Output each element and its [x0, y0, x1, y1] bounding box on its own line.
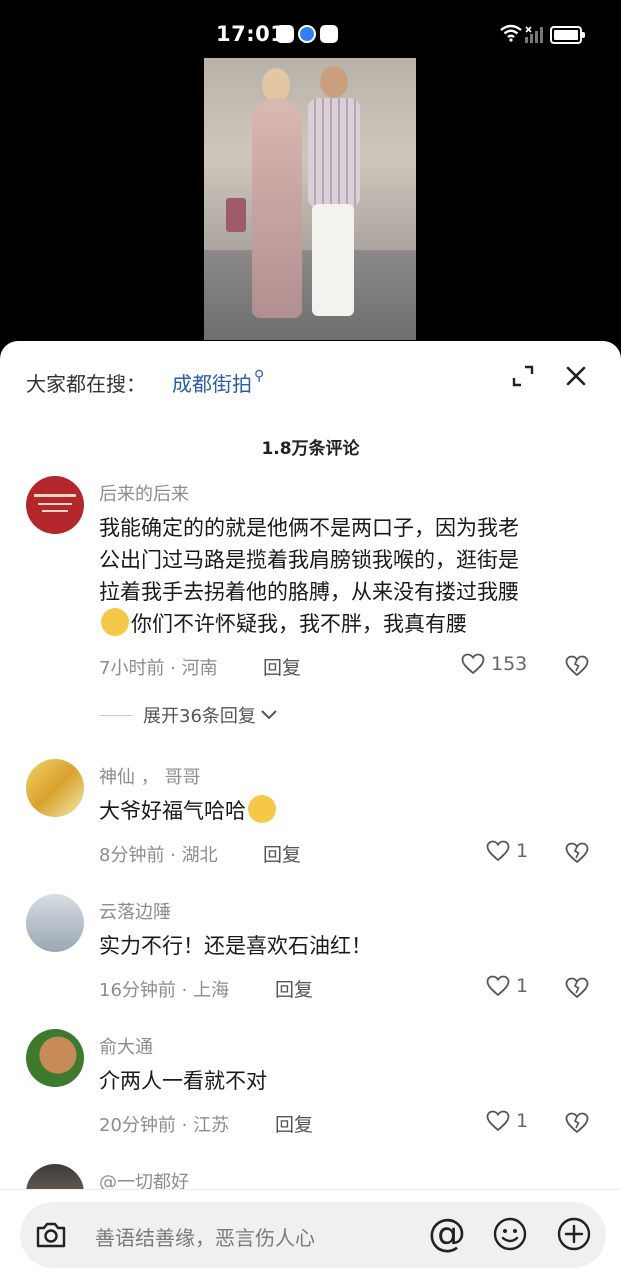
broken-heart-icon[interactable]: [565, 655, 589, 677]
comment-location: 河南: [181, 658, 218, 679]
avatar[interactable]: [26, 894, 84, 952]
like-button[interactable]: 1: [486, 840, 528, 862]
heart-icon: [486, 975, 510, 997]
comment-text-line: 大爷好福气哈哈: [99, 799, 246, 823]
comment-meta: 8分钟前 · 湖北: [99, 845, 218, 866]
comment-text-line: 公出门过马路是揽着我肩膀锁我喉的，逛街是: [99, 548, 519, 572]
like-button[interactable]: 1: [486, 1110, 528, 1132]
search-term: 成都街拍: [172, 372, 252, 396]
avatar[interactable]: [26, 1164, 84, 1189]
like-button[interactable]: 153: [461, 653, 527, 675]
at-mention-icon[interactable]: @: [427, 1213, 467, 1253]
comment-meta: 7小时前 · 河南: [99, 658, 218, 679]
chevron-down-icon: [261, 710, 277, 720]
comment-time: 20分钟前: [99, 1115, 176, 1136]
avatar[interactable]: [26, 1029, 84, 1087]
reply-button[interactable]: 回复: [263, 653, 301, 680]
reply-button[interactable]: 回复: [275, 975, 313, 1002]
comment-item: @一切都好: [0, 1164, 621, 1189]
like-count: 153: [491, 653, 528, 675]
battery-icon: [550, 26, 585, 44]
comment-username[interactable]: @一切都好: [99, 1168, 189, 1189]
broken-heart-icon[interactable]: [565, 1112, 589, 1134]
like-count: 1: [516, 840, 529, 862]
comment-time: 16分钟前: [99, 980, 176, 1001]
video-thumbnail[interactable]: [204, 58, 416, 340]
expand-replies-button[interactable]: 展开36条回复: [99, 702, 278, 728]
avatar[interactable]: [26, 476, 84, 534]
comment-location: 江苏: [193, 1115, 230, 1136]
comment-count: 1.8万条评论: [261, 439, 360, 459]
notification-icon: [320, 25, 338, 43]
emoji-icon[interactable]: [492, 1216, 528, 1252]
comment-text: 实力不行！还是喜欢石油红！: [99, 930, 589, 962]
expand-icon[interactable]: [511, 364, 535, 388]
comment-text: 大爷好福气哈哈: [99, 795, 589, 827]
shy-emoji-icon: [101, 608, 129, 636]
video-player[interactable]: [0, 58, 621, 352]
status-time: 17:01: [216, 22, 286, 46]
comment-text-line: 我能确定的的就是他俩不是两口子，因为我老: [99, 516, 519, 540]
comment-meta: 20分钟前 · 江苏: [99, 1115, 230, 1136]
broken-heart-icon[interactable]: [565, 842, 589, 864]
like-button[interactable]: 1: [486, 975, 528, 997]
broken-heart-icon[interactable]: [565, 977, 589, 999]
comment-text: 介两人一看就不对: [99, 1065, 589, 1097]
heart-icon: [461, 653, 485, 675]
comment-text-line: 实力不行！还是喜欢石油红！: [99, 934, 372, 958]
add-icon[interactable]: [556, 1216, 592, 1252]
comment-input[interactable]: 善语结善缘，恶言伤人心: [95, 1222, 315, 1251]
camera-icon[interactable]: [34, 1218, 68, 1252]
search-suggestion-link[interactable]: 成都街拍 ⚲: [172, 368, 264, 397]
status-bar: 17:01: [0, 0, 621, 62]
comment-meta: 16分钟前 · 上海: [99, 980, 230, 1001]
reply-button[interactable]: 回复: [263, 840, 301, 867]
notification-icon: [276, 25, 294, 43]
comment-text: 我能确定的的就是他俩不是两口子，因为我老 公出门过马路是揽着我肩膀锁我喉的，逛街…: [99, 512, 589, 640]
close-icon[interactable]: [563, 363, 589, 389]
like-count: 1: [516, 1110, 529, 1132]
wifi-icon: [500, 24, 522, 42]
comment-username[interactable]: 神仙 ， 哥哥: [99, 763, 200, 789]
expand-replies-label: 展开36条回复: [143, 706, 256, 727]
comment-text-line: 你们不许怀疑我，我不胖，我真有腰: [131, 612, 467, 636]
heart-icon: [486, 1110, 510, 1132]
comment-time: 7小时前: [99, 658, 165, 679]
notification-icon: [298, 25, 316, 43]
comment-location: 湖北: [181, 845, 218, 866]
like-count: 1: [516, 975, 529, 997]
divider: [0, 1189, 621, 1190]
comment-time: 8分钟前: [99, 845, 165, 866]
comment-text-line: 拉着我手去拐着他的胳膊，从来没有搂过我腰: [99, 580, 519, 604]
comment-username[interactable]: 云落边陲: [99, 898, 171, 924]
comment-location: 上海: [193, 980, 230, 1001]
reply-button[interactable]: 回复: [275, 1110, 313, 1137]
comment-username[interactable]: 后来的后来: [99, 480, 189, 506]
laugh-emoji-icon: [248, 795, 276, 823]
avatar[interactable]: [26, 759, 84, 817]
comment-text-line: 介两人一看就不对: [99, 1069, 267, 1093]
heart-icon: [486, 840, 510, 862]
signal-icon: [525, 26, 543, 43]
search-hint-label: 大家都在搜：: [26, 372, 146, 396]
search-icon: ⚲: [254, 368, 265, 384]
comment-username[interactable]: 俞大通: [99, 1033, 153, 1059]
